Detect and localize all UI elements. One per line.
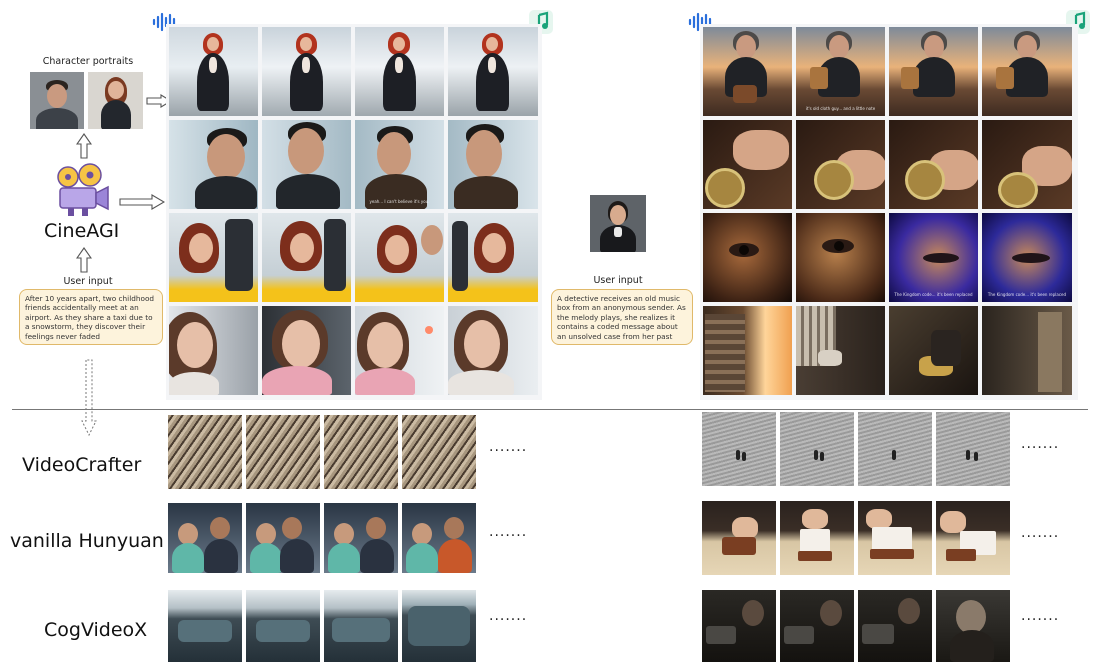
left-frame-r1c2 (262, 27, 351, 116)
vc-right-frame-4 (936, 412, 1010, 486)
ellipsis: ······· (489, 528, 528, 544)
film-camera-icon (57, 163, 109, 216)
baseline-label-cogvideox: CogVideoX (44, 619, 148, 641)
portrait-woman (88, 72, 143, 129)
left-frame-r4c4 (448, 306, 538, 395)
vc-right-frame-2 (780, 412, 854, 486)
subtitle-text: The Kingdom code... it's been replaced (894, 292, 973, 297)
left-frame-r3c1 (169, 213, 258, 302)
right-frame-r3c1 (703, 213, 792, 302)
ellipsis: ······· (489, 612, 528, 628)
right-frame-r4c4 (982, 306, 1072, 395)
left-frame-r1c1 (169, 27, 258, 116)
ellipsis: ······· (1021, 529, 1060, 545)
right-frame-r1c2: it's old cloth guy... and a little note (796, 27, 885, 116)
arrow-up-icon (76, 133, 92, 159)
hy-left-frame-4 (402, 503, 476, 573)
right-frame-r1c1 (703, 27, 792, 116)
hy-right-frame-4 (936, 501, 1010, 575)
right-frame-r3c4: The Kingdom code... it's been replaced (982, 213, 1072, 302)
right-frame-r2c4 (982, 120, 1072, 209)
vc-left-frame-2 (246, 415, 320, 489)
right-frame-r3c2 (796, 213, 885, 302)
arrow-up-icon (76, 247, 92, 273)
user-input-label: User input (63, 276, 113, 287)
left-frame-r1c3 (355, 27, 444, 116)
right-frame-r4c2 (796, 306, 885, 395)
left-frame-r2c1 (169, 120, 258, 209)
left-frame-r2c3: yeah... I can't believe it's you. (355, 120, 444, 209)
right-frame-r2c2 (796, 120, 885, 209)
subtitle-text: The Kingdom code... it's been replaced (987, 292, 1067, 297)
arrow-right-icon (119, 194, 165, 210)
right-frame-r1c4 (982, 27, 1072, 116)
hy-right-frame-1 (702, 501, 776, 575)
portrait-detective (590, 195, 646, 252)
right-frame-r4c1 (703, 306, 792, 395)
hy-right-frame-2 (780, 501, 854, 575)
portrait-man (30, 72, 84, 129)
left-frame-r4c1 (169, 306, 258, 395)
left-frame-r3c4 (448, 213, 538, 302)
left-frame-r2c4 (448, 120, 538, 209)
right-frame-r2c3 (889, 120, 978, 209)
subtitle-text: yeah... I can't believe it's you. (369, 199, 430, 204)
left-frame-r3c3 (355, 213, 444, 302)
user-prompt-bubble: After 10 years apart, two childhood frie… (19, 289, 163, 345)
right-frame-r4c3 (889, 306, 978, 395)
vc-left-frame-3 (324, 415, 398, 489)
vc-right-frame-3 (858, 412, 932, 486)
cog-right-frame-4 (936, 590, 1010, 662)
cog-right-frame-1 (702, 590, 776, 662)
cog-right-frame-3 (858, 590, 932, 662)
cog-left-frame-4 (402, 590, 476, 662)
dotted-arrow-down-icon (81, 359, 97, 437)
cog-right-frame-2 (780, 590, 854, 662)
right-frame-r2c1 (703, 120, 792, 209)
ellipsis: ······· (489, 443, 528, 459)
vc-right-frame-1 (702, 412, 776, 486)
section-divider (12, 409, 1088, 410)
hy-left-frame-1 (168, 503, 242, 573)
vc-left-frame-4 (402, 415, 476, 489)
system-name: CineAGI (44, 220, 120, 242)
cog-left-frame-3 (324, 590, 398, 662)
vc-left-frame-1 (168, 415, 242, 489)
left-frame-r4c3 (355, 306, 444, 395)
user-prompt-bubble: A detective receives an old music box fr… (551, 289, 693, 345)
subtitle-text: it's old cloth guy... and a little note (805, 106, 876, 111)
cog-left-frame-1 (168, 590, 242, 662)
right-frame-r1c3 (889, 27, 978, 116)
hy-left-frame-3 (324, 503, 398, 573)
baseline-label-videocrafter: VideoCrafter (22, 454, 142, 476)
left-frame-r2c2 (262, 120, 351, 209)
ellipsis: ······· (1021, 440, 1060, 456)
left-frame-r1c4 (448, 27, 538, 116)
hy-right-frame-3 (858, 501, 932, 575)
right-frame-r3c3: The Kingdom code... it's been replaced (889, 213, 978, 302)
baseline-label-hunyuan: vanilla Hunyuan (10, 530, 164, 552)
hy-left-frame-2 (246, 503, 320, 573)
ellipsis: ······· (1021, 612, 1060, 628)
left-frame-r3c2 (262, 213, 351, 302)
user-input-label: User input (593, 275, 643, 286)
left-frame-r4c2 (262, 306, 351, 395)
portraits-label: Character portraits (42, 56, 134, 67)
cog-left-frame-2 (246, 590, 320, 662)
